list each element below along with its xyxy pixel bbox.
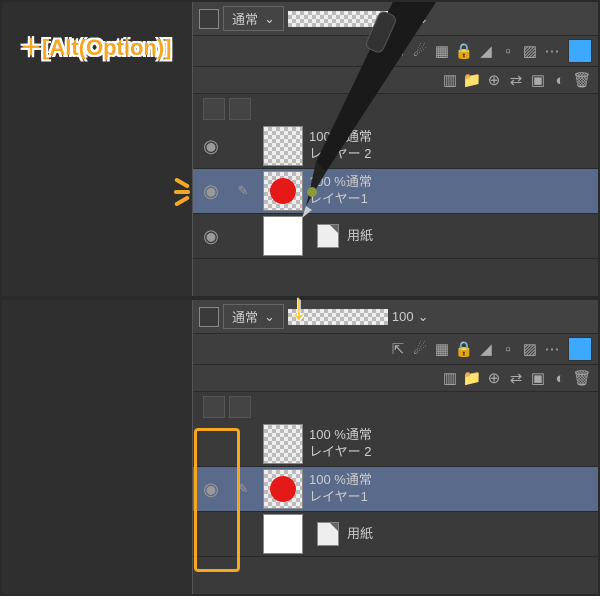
opacity-value: 100 [392, 11, 414, 26]
highlight-box [194, 428, 240, 572]
ref-icon[interactable]: ☄ [410, 339, 430, 359]
layer-toolbar-3: ▥ 📁 ⊕ ⇄ ▣ ◐ 🗑 [193, 365, 598, 392]
canvas-area [2, 300, 193, 594]
visibility-icon[interactable]: ◉ [193, 136, 229, 157]
layer-row[interactable]: 100 %通常 レイヤー 2 [193, 422, 598, 467]
layer-thumbnail [263, 216, 303, 256]
new-layer-icon[interactable]: ▥ [440, 368, 460, 388]
checkbox-icon[interactable] [199, 307, 219, 327]
color-swatch[interactable] [568, 337, 592, 361]
layer-thumbnail [263, 171, 303, 211]
panel-tabs [193, 392, 598, 422]
panel-tabs [193, 94, 598, 124]
delete-icon[interactable]: 🗑 [572, 368, 592, 388]
blend-mode-label: 通常 [232, 307, 258, 326]
blend-mode-select[interactable]: 通常 ⌄ [223, 304, 284, 329]
delete-icon[interactable]: 🗑 [572, 70, 592, 90]
layer-list: 100 %通常 レイヤー 2 ◉ ✎ 100 %通常 レイヤー1 用紙 [193, 422, 598, 594]
effect-icon[interactable]: ▨ [520, 41, 540, 61]
ruler-icon[interactable]: ◢ [476, 339, 496, 359]
layer-row-selected[interactable]: ◉ ✎ 100 %通常 レイヤー1 [193, 169, 598, 214]
dots-icon[interactable]: ⋯ [542, 339, 562, 359]
chevron-down-icon[interactable]: ⌄ [418, 11, 429, 27]
blend-mode-select[interactable]: 通常 ⌄ [223, 6, 284, 31]
sparkle-icon [174, 176, 190, 208]
layer-row[interactable]: ◉ 用紙 [193, 214, 598, 259]
merge-icon[interactable]: ▣ [528, 368, 548, 388]
visibility-icon[interactable]: ◉ [193, 226, 229, 247]
opacity-value: 100 [392, 309, 414, 324]
layer-opacity-label: 100 %通常 [309, 472, 372, 489]
lock-icon[interactable]: 🔒 [454, 41, 474, 61]
layer-list: ◉ 100 %通常 レイヤー 2 ◉ ✎ 100 %通常 レイヤー1 ◉ [193, 124, 598, 296]
add-icon[interactable]: ⊕ [484, 70, 504, 90]
layer-name: レイヤー 2 [309, 146, 372, 163]
edit-icon[interactable]: ✎ [229, 183, 257, 199]
dots-icon[interactable]: ⋯ [542, 41, 562, 61]
layercolor-icon[interactable]: ▫ [498, 41, 518, 61]
mask-icon[interactable]: ▦ [432, 339, 452, 359]
tab-2[interactable] [229, 396, 251, 418]
opacity-slider[interactable] [288, 11, 388, 27]
layer-name: レイヤー1 [309, 489, 372, 506]
transfer-icon[interactable]: ⇄ [506, 368, 526, 388]
mask-icon[interactable]: ▦ [432, 41, 452, 61]
chevron-down-icon: ⌄ [264, 11, 275, 27]
layer-toolbar-top: 通常 ⌄ 100 ⌄ [193, 300, 598, 334]
checkbox-icon[interactable] [199, 9, 219, 29]
transfer-icon[interactable]: ⇄ [506, 70, 526, 90]
mask2-icon[interactable]: ◐ [550, 368, 570, 388]
pin-icon[interactable]: ⇱ [388, 41, 408, 61]
new-folder-icon[interactable]: 📁 [462, 368, 482, 388]
arrow-down-icon: ↓ [290, 286, 308, 328]
paper-icon [317, 224, 339, 248]
layer-name: 用紙 [347, 526, 373, 543]
add-icon[interactable]: ⊕ [484, 368, 504, 388]
before-panel: 通常 ⌄ 100 ⌄ ⇱ ☄ ▦ 🔒 ◢ ▫ ▨ ⋯ ▥ 📁 ⊕ ⇄ ▣ ◐ 🗑 [2, 2, 598, 296]
layer-opacity-label: 100 %通常 [309, 129, 372, 146]
layer-toolbar-icons: ⇱ ☄ ▦ 🔒 ◢ ▫ ▨ ⋯ [193, 36, 598, 67]
color-swatch[interactable] [568, 39, 592, 63]
ruler-icon[interactable]: ◢ [476, 41, 496, 61]
layer-thumbnail [263, 469, 303, 509]
layer-thumbnail [263, 514, 303, 554]
tab-1[interactable] [203, 396, 225, 418]
layercolor-icon[interactable]: ▫ [498, 339, 518, 359]
red-circle-icon [270, 178, 296, 204]
hotkey-annotation: ＋[Alt(Option)] [20, 30, 172, 62]
new-layer-icon[interactable]: ▥ [440, 70, 460, 90]
layer-name: レイヤー 2 [309, 444, 372, 461]
layer-opacity-label: 100 %通常 [309, 427, 372, 444]
effect-icon[interactable]: ▨ [520, 339, 540, 359]
red-circle-icon [270, 476, 296, 502]
chevron-down-icon[interactable]: ⌄ [418, 309, 429, 325]
visibility-icon[interactable]: ◉ [193, 181, 229, 202]
tab-2[interactable] [229, 98, 251, 120]
mask2-icon[interactable]: ◐ [550, 70, 570, 90]
layer-toolbar-icons: ⇱ ☄ ▦ 🔒 ◢ ▫ ▨ ⋯ [193, 334, 598, 365]
new-folder-icon[interactable]: 📁 [462, 70, 482, 90]
chevron-down-icon: ⌄ [264, 309, 275, 325]
layer-toolbar-top: 通常 ⌄ 100 ⌄ [193, 2, 598, 36]
layer-name: レイヤー1 [309, 191, 372, 208]
layer-thumbnail [263, 126, 303, 166]
layer-row-selected[interactable]: ◉ ✎ 100 %通常 レイヤー1 [193, 467, 598, 512]
tab-1[interactable] [203, 98, 225, 120]
layer-row[interactable]: ◉ 100 %通常 レイヤー 2 [193, 124, 598, 169]
merge-icon[interactable]: ▣ [528, 70, 548, 90]
layer-toolbar-3: ▥ 📁 ⊕ ⇄ ▣ ◐ 🗑 [193, 67, 598, 94]
layer-opacity-label: 100 %通常 [309, 174, 372, 191]
paper-icon [317, 522, 339, 546]
pin-icon[interactable]: ⇱ [388, 339, 408, 359]
lock-icon[interactable]: 🔒 [454, 339, 474, 359]
layer-name: 用紙 [347, 228, 373, 245]
layer-thumbnail [263, 424, 303, 464]
ref-icon[interactable]: ☄ [410, 41, 430, 61]
after-panel: 通常 ⌄ 100 ⌄ ⇱ ☄ ▦ 🔒 ◢ ▫ ▨ ⋯ ▥ 📁 ⊕ ⇄ ▣ ◐ 🗑 [2, 296, 598, 594]
layer-row[interactable]: 用紙 [193, 512, 598, 557]
blend-mode-label: 通常 [232, 9, 258, 28]
